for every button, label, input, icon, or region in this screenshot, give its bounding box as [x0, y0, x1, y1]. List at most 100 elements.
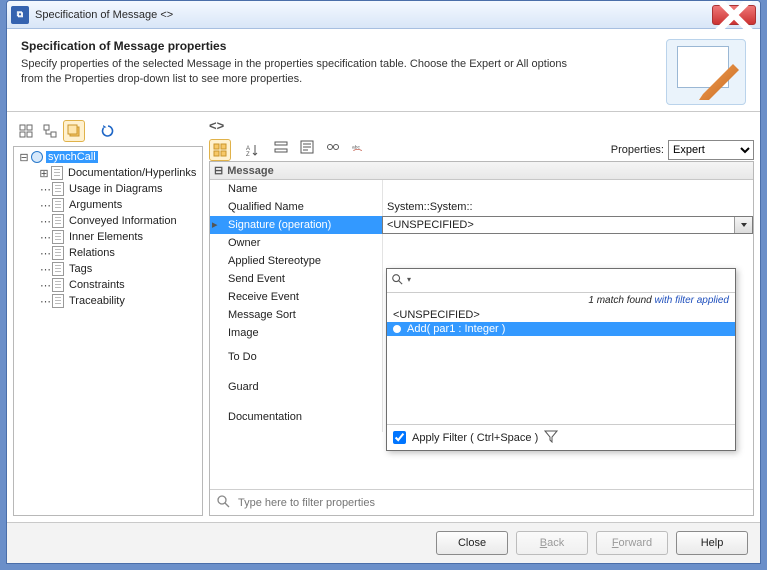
document-icon — [51, 230, 65, 244]
filter-funnel-icon[interactable] — [544, 429, 558, 446]
svg-text:Z: Z — [246, 152, 250, 157]
tree-item[interactable]: ⋯ Tags — [16, 261, 200, 277]
tree-item[interactable]: ⊞ Documentation/Hyperlinks — [16, 165, 200, 181]
toolbar-view2-button[interactable] — [39, 120, 61, 142]
document-icon — [51, 262, 65, 276]
elements-icon — [326, 140, 340, 154]
filter-input[interactable] — [236, 496, 747, 510]
toolbar-view1-button[interactable] — [15, 120, 37, 142]
property-row[interactable]: Signature (operation)<UNSPECIFIED> — [210, 216, 753, 234]
dropdown-arrow-icon[interactable]: ▾ — [407, 275, 411, 284]
tree-item-label: Inner Elements — [67, 231, 145, 243]
tree-item-label: Documentation/Hyperlinks — [66, 167, 198, 179]
apply-filter-label: Apply Filter ( Ctrl+Space ) — [412, 432, 538, 444]
tree-item[interactable]: ⋯ Usage in Diagrams — [16, 181, 200, 197]
breadcrumb-row: <> — [209, 118, 754, 139]
property-name: Applied Stereotype — [210, 252, 382, 270]
property-name: Name — [210, 180, 382, 198]
properties-mode-select[interactable]: Expert — [668, 140, 754, 160]
property-row[interactable]: Name — [210, 180, 753, 198]
help-button[interactable]: Help — [676, 531, 748, 555]
apply-filter-checkbox[interactable] — [393, 431, 406, 444]
forward-button[interactable]: Forward — [596, 531, 668, 555]
navigator-toolbar — [13, 118, 203, 146]
tree-item[interactable]: ⋯ Relations — [16, 245, 200, 261]
abc-icon: abc — [352, 140, 366, 154]
search-icon — [216, 494, 230, 511]
property-name: Receive Event — [210, 288, 382, 306]
tree-item[interactable]: ⋯ Traceability — [16, 293, 200, 309]
link-icon — [30, 150, 44, 164]
sort-button[interactable]: AZ — [241, 139, 263, 161]
radio-icon — [393, 325, 401, 333]
toolbar-view3-button[interactable] — [63, 120, 85, 142]
properties-label: Properties: — [611, 144, 664, 156]
tree-item[interactable]: ⋯ Inner Elements — [16, 229, 200, 245]
breadcrumb: <> — [209, 118, 224, 133]
popup-option[interactable]: <UNSPECIFIED> — [387, 308, 735, 322]
tree-root[interactable]: ⊟ synchCall — [16, 149, 200, 165]
signature-dropdown-popup[interactable]: ▾ 1 match found with filter applied <UNS… — [386, 268, 736, 451]
tree-item[interactable]: ⋯ Conveyed Information — [16, 213, 200, 229]
property-value[interactable] — [382, 180, 753, 198]
property-row[interactable]: Qualified NameSystem::System:: — [210, 198, 753, 216]
property-name: Guard — [210, 372, 382, 402]
tree-dots: ⋯ — [40, 247, 51, 260]
expand-toggle[interactable]: ⊞ — [38, 167, 50, 180]
document-icon — [51, 182, 65, 196]
search-icon — [391, 273, 403, 285]
group-header[interactable]: ⊟ Message — [210, 162, 753, 180]
tree-item[interactable]: ⋯ Arguments — [16, 197, 200, 213]
cards-icon — [67, 124, 81, 138]
popup-footer: Apply Filter ( Ctrl+Space ) — [387, 424, 735, 450]
abc-button[interactable]: abc — [351, 139, 367, 155]
navigator-panel: ⊟ synchCall ⊞ Documentation/Hyperlinks ⋯… — [13, 118, 203, 516]
property-name: Send Event — [210, 270, 382, 288]
show-description-button[interactable] — [299, 139, 315, 155]
expand-icon — [274, 140, 288, 154]
categorize-button[interactable] — [209, 139, 231, 161]
show-elements-button[interactable] — [325, 139, 341, 155]
back-button[interactable]: Back — [516, 531, 588, 555]
chevron-down-icon — [740, 221, 748, 229]
property-value[interactable]: System::System:: — [382, 198, 753, 216]
tree-item-label: Relations — [67, 247, 117, 259]
tree-dots: ⋯ — [40, 263, 51, 276]
dropdown-button[interactable] — [734, 217, 752, 233]
tree-item-label: Arguments — [67, 199, 124, 211]
popup-search-input[interactable]: ▾ — [391, 273, 411, 285]
tree-dots: ⋯ — [40, 199, 51, 212]
property-name: Qualified Name — [210, 198, 382, 216]
property-row[interactable]: Owner — [210, 234, 753, 252]
property-name: Message Sort — [210, 306, 382, 324]
tree-dots: ⋯ — [40, 215, 51, 228]
popup-search-row: ▾ — [387, 269, 735, 293]
tree-item-label: Tags — [67, 263, 94, 275]
popup-status: 1 match found with filter applied — [387, 293, 735, 308]
expand-all-button[interactable] — [273, 139, 289, 155]
property-value[interactable]: <UNSPECIFIED> — [382, 216, 753, 234]
expand-toggle[interactable]: ⊟ — [18, 151, 30, 164]
tree-item-label: Conveyed Information — [67, 215, 179, 227]
tree-dots: ⋯ — [40, 231, 51, 244]
property-name: Owner — [210, 234, 382, 252]
collapse-group-icon[interactable]: ⊟ — [214, 164, 223, 177]
popup-option-list[interactable]: <UNSPECIFIED> Add( par1 : Integer ) — [387, 308, 735, 424]
property-name: Signature (operation) — [210, 216, 382, 234]
window-close-button[interactable] — [712, 5, 756, 25]
property-name: To Do — [210, 342, 382, 372]
option-label: Add( par1 : Integer ) — [407, 323, 505, 335]
tree-item[interactable]: ⋯ Constraints — [16, 277, 200, 293]
document-icon — [51, 278, 65, 292]
close-button[interactable]: Close — [436, 531, 508, 555]
header-title: Specification of Message properties — [21, 39, 652, 53]
navigator-tree[interactable]: ⊟ synchCall ⊞ Documentation/Hyperlinks ⋯… — [13, 146, 203, 516]
popup-option[interactable]: Add( par1 : Integer ) — [387, 322, 735, 336]
document-icon — [51, 198, 65, 212]
refresh-button[interactable] — [97, 120, 119, 142]
titlebar[interactable]: ⧉ Specification of Message <> — [7, 1, 760, 29]
property-name: Image — [210, 324, 382, 342]
header-illustration — [666, 39, 746, 105]
property-value[interactable] — [382, 234, 753, 252]
header: Specification of Message properties Spec… — [7, 29, 760, 112]
